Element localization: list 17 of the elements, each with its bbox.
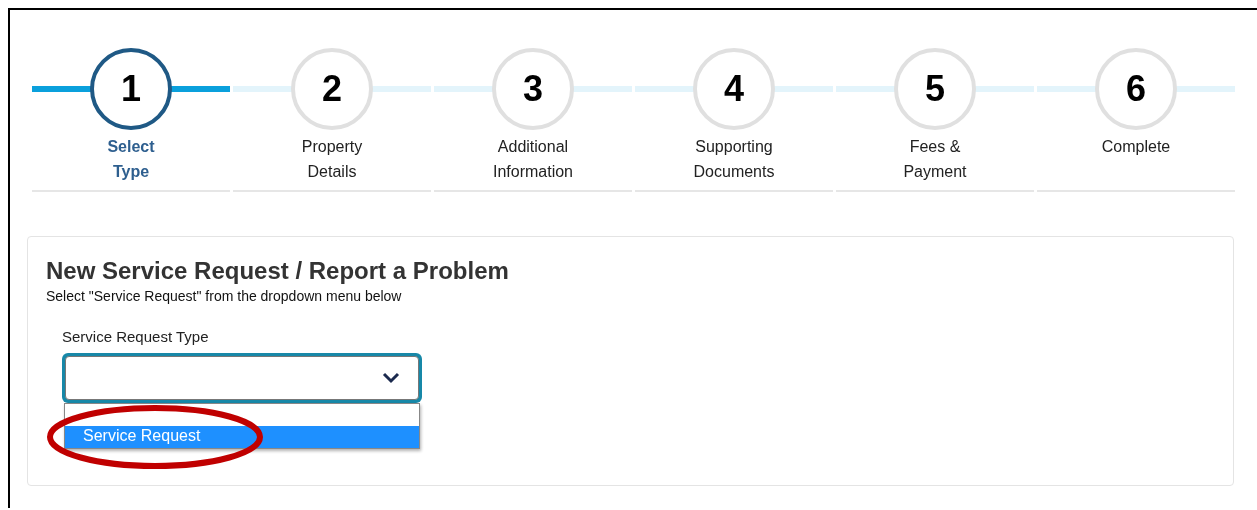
- step-circle[interactable]: 3: [492, 48, 574, 130]
- step-circle[interactable]: 2: [291, 48, 373, 130]
- step-circle[interactable]: 6: [1095, 48, 1177, 130]
- step-label: Additional Information: [492, 137, 573, 182]
- dropdown-select[interactable]: [65, 356, 419, 400]
- field-label: Service Request Type: [62, 328, 210, 345]
- step-label: Select Type: [107, 137, 155, 182]
- step-label: Property Details: [301, 137, 363, 182]
- chevron-down-icon: [382, 372, 400, 384]
- step-circle[interactable]: 5: [894, 48, 976, 130]
- step-circle[interactable]: 1: [90, 48, 172, 130]
- step-label: Fees & Payment: [903, 137, 967, 182]
- form-subtitle: Select "Service Request" from the dropdown menu below: [46, 288, 403, 304]
- step-circle[interactable]: 4: [693, 48, 775, 130]
- step-label: Complete: [1101, 137, 1171, 157]
- step-label: Supporting Documents: [693, 137, 775, 182]
- form-title: New Service Request / Report a Problem: [46, 257, 510, 285]
